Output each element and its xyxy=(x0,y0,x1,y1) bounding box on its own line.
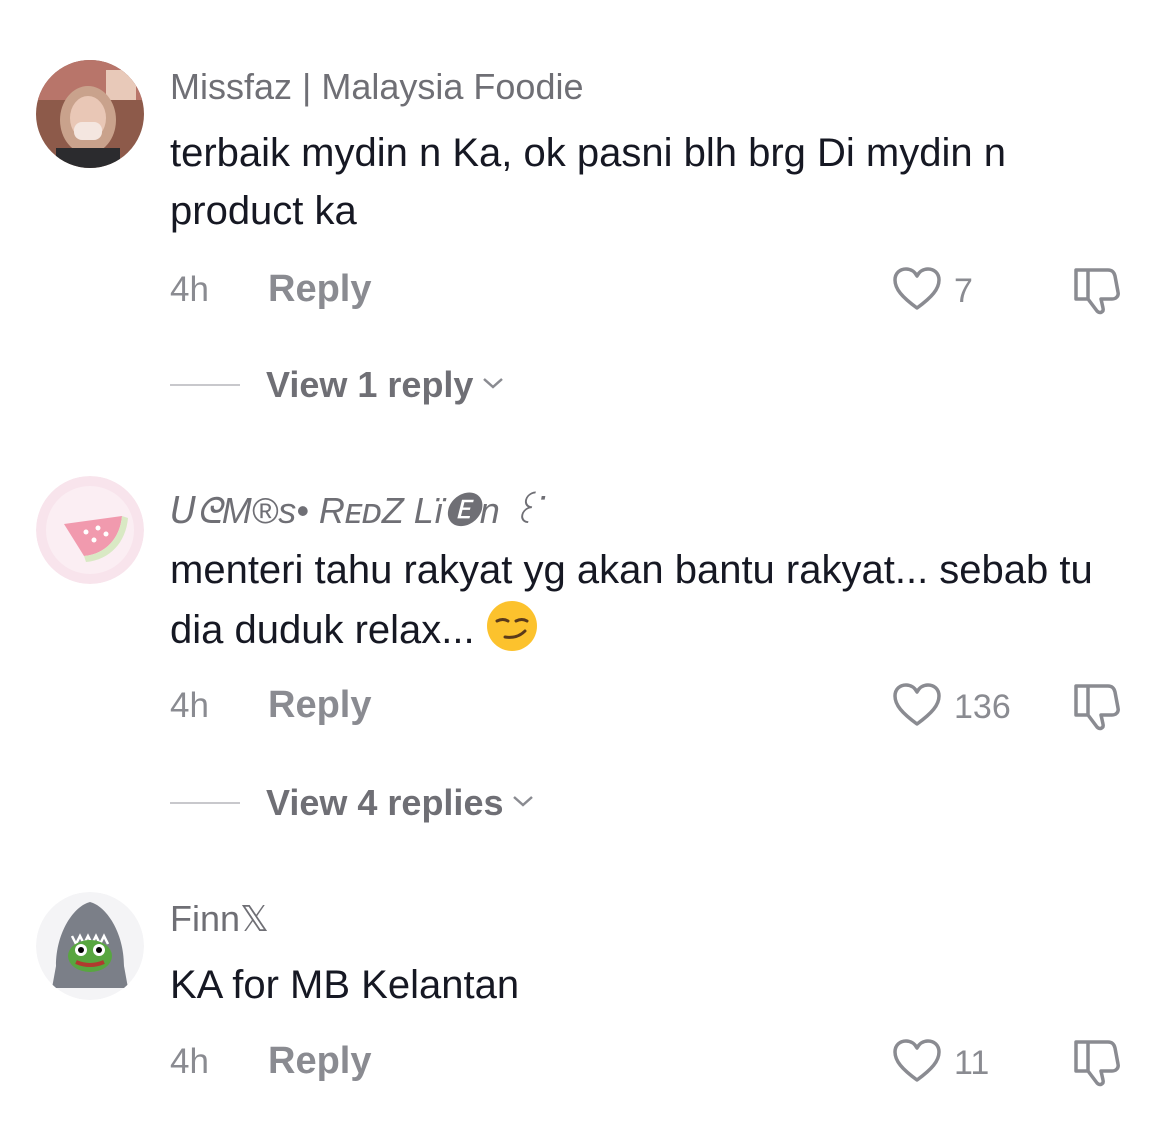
comment-text: menteri tahu rakyat yg akan bantu rakyat… xyxy=(170,548,1093,652)
divider xyxy=(170,384,240,386)
dislike-button[interactable] xyxy=(1070,1036,1124,1093)
heart-icon xyxy=(892,1038,942,1089)
dislike-button[interactable] xyxy=(1070,264,1124,321)
heart-icon xyxy=(892,682,942,733)
avatar[interactable] xyxy=(36,892,144,1000)
divider xyxy=(170,802,240,804)
view-replies-label: View 4 replies xyxy=(266,782,504,823)
like-count: 7 xyxy=(954,272,973,310)
chevron-down-icon xyxy=(481,375,505,396)
like-button[interactable]: 7 xyxy=(892,266,973,317)
dislike-button[interactable] xyxy=(1070,680,1124,737)
comment-time: 4h xyxy=(170,686,209,725)
smirking-face-icon xyxy=(485,599,539,653)
thumbs-down-icon xyxy=(1070,268,1124,320)
thumbs-down-icon xyxy=(1070,684,1124,736)
view-replies-button[interactable]: View 1 reply xyxy=(170,364,505,406)
like-button[interactable]: 11 xyxy=(892,1038,989,1089)
comment-text: terbaik mydin n Ka, ok pasni blh brg Di … xyxy=(170,131,1006,233)
view-replies-button[interactable]: View 4 replies xyxy=(170,782,535,824)
avatar[interactable] xyxy=(36,476,144,584)
reply-button[interactable]: Reply xyxy=(268,684,371,727)
comment-text: KA for MB Kelantan xyxy=(170,963,520,1007)
reply-button[interactable]: Reply xyxy=(268,1040,371,1083)
like-count: 11 xyxy=(954,1044,990,1082)
like-button[interactable]: 136 xyxy=(892,682,1011,733)
comment-time: 4h xyxy=(170,270,209,309)
avatar[interactable] xyxy=(36,60,144,168)
username[interactable]: Missfaz | Malaysia Foodie xyxy=(170,66,584,108)
comment-text-container: menteri tahu rakyat yg akan bantu rakyat… xyxy=(170,541,1130,659)
comment-time: 4h xyxy=(170,1042,209,1081)
view-replies-label: View 1 reply xyxy=(266,364,474,405)
chevron-down-icon xyxy=(511,793,535,814)
reply-button[interactable]: Reply xyxy=(268,268,371,311)
like-count: 136 xyxy=(954,688,1011,726)
username[interactable]: ᑌᘓM®s• RᴇᴅZ Lï🅔n ꒰ᐝ xyxy=(170,482,547,534)
heart-icon xyxy=(892,266,942,317)
username[interactable]: Finn𝕏 xyxy=(170,898,269,940)
thumbs-down-icon xyxy=(1070,1040,1124,1092)
